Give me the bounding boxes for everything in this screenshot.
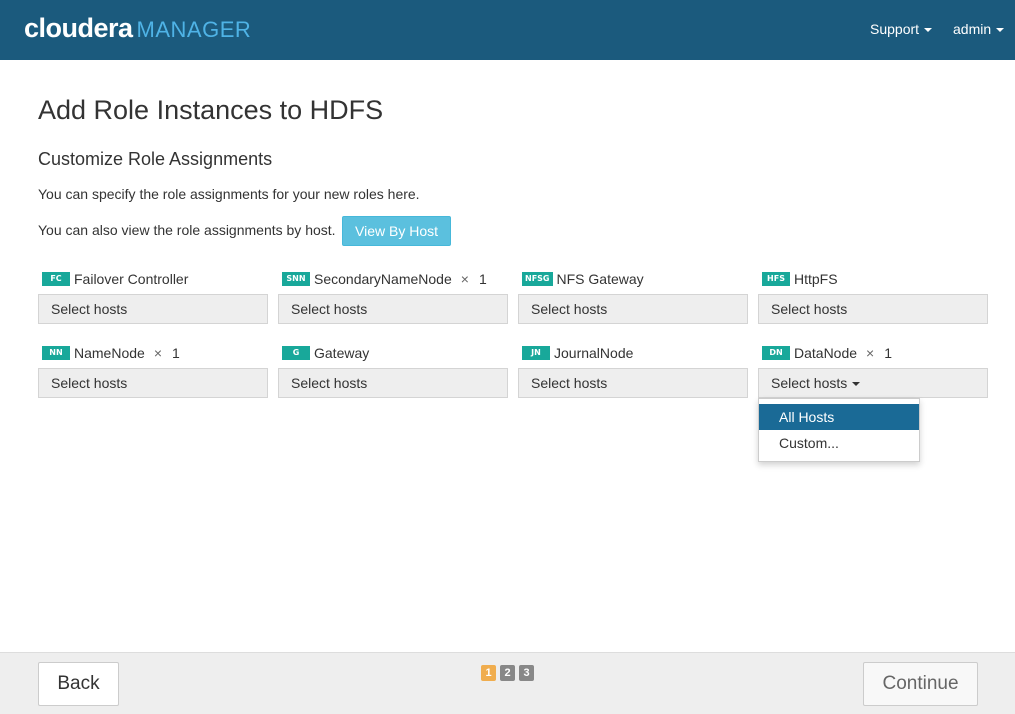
wizard-step[interactable]: 3 (519, 665, 534, 681)
caret-down-icon (852, 382, 861, 387)
select-hosts-button[interactable]: Select hosts (38, 294, 268, 324)
multiply-icon: × (866, 345, 875, 361)
back-button[interactable]: Back (38, 662, 119, 706)
select-hosts-label: Select hosts (291, 301, 368, 317)
admin-menu-label: admin (953, 21, 992, 37)
role-instance-count: 1 (478, 271, 487, 287)
brand-product: MANAGER (136, 17, 252, 42)
select-hosts-label: Select hosts (771, 301, 848, 317)
support-menu[interactable]: Support (870, 21, 933, 37)
role-name: Gateway (314, 345, 370, 361)
cloudera-manager-logo[interactable]: cloudera MANAGER (24, 13, 251, 44)
role-instance-count: 1 (172, 345, 180, 361)
page-title: Add Role Instances to HDFS (38, 95, 384, 125)
select-hosts-label: Select hosts (771, 375, 848, 391)
role-assignment-instruction: You can specify the role assignments for… (38, 186, 420, 202)
role-httpfs: HFS HttpFS Select hosts (758, 270, 988, 326)
role-failover-controller: FC Failover Controller Select hosts (38, 270, 268, 326)
role-name: DataNode (794, 345, 858, 361)
admin-menu[interactable]: admin (953, 21, 1005, 37)
role-datanode: DN DataNode × 1 Select hosts (758, 344, 988, 400)
role-name: JournalNode (554, 345, 634, 361)
wizard-step-indicator: 1 2 3 (481, 665, 538, 681)
role-badge: NN (42, 346, 70, 360)
role-name: NameNode (74, 345, 145, 361)
role-secondary-namenode: SNN SecondaryNameNode × 1 Select hosts (278, 270, 508, 326)
select-hosts-button[interactable]: Select hosts (518, 368, 748, 398)
continue-button[interactable]: Continue (863, 662, 978, 706)
select-hosts-button[interactable]: Select hosts (278, 368, 508, 398)
wizard-footer: Back 1 2 3 Continue (0, 652, 1015, 714)
role-name: SecondaryNameNode (314, 271, 452, 287)
role-badge: NFSG (522, 272, 553, 286)
support-menu-label: Support (870, 21, 920, 37)
role-badge: G (282, 346, 310, 360)
select-hosts-dropdown-menu: All Hosts Custom... (758, 398, 920, 462)
role-badge: SNN (282, 272, 310, 286)
role-header: NFSG NFS Gateway (522, 270, 644, 288)
role-header: SNN SecondaryNameNode × 1 (282, 270, 487, 288)
role-name: NFS Gateway (556, 271, 644, 287)
wizard-step[interactable]: 1 (481, 665, 496, 681)
select-hosts-label: Select hosts (51, 375, 128, 391)
select-hosts-button[interactable]: Select hosts (38, 368, 268, 398)
select-hosts-button[interactable]: Select hosts (518, 294, 748, 324)
role-namenode: NN NameNode × 1 Select hosts (38, 344, 268, 400)
view-by-host-button[interactable]: View By Host (342, 216, 451, 246)
role-badge: DN (762, 346, 790, 360)
role-name: HttpFS (794, 271, 838, 287)
select-hosts-button[interactable]: Select hosts (758, 294, 988, 324)
role-badge: JN (522, 346, 550, 360)
select-hosts-dropdown-toggle[interactable]: Select hosts (758, 368, 988, 398)
role-nfs-gateway: NFSG NFS Gateway Select hosts (518, 270, 748, 326)
role-header: FC Failover Controller (42, 270, 188, 288)
select-hosts-label: Select hosts (531, 301, 608, 317)
role-header: HFS HttpFS (762, 270, 838, 288)
role-header: NN NameNode × 1 (42, 344, 180, 362)
multiply-icon: × (460, 271, 469, 287)
role-badge: HFS (762, 272, 790, 286)
select-hosts-label: Select hosts (51, 301, 128, 317)
select-hosts-button[interactable]: Select hosts (278, 294, 508, 324)
select-hosts-label: Select hosts (531, 375, 608, 391)
dropdown-item-custom[interactable]: Custom... (759, 430, 919, 456)
role-header: JN JournalNode (522, 344, 633, 362)
select-hosts-label: Select hosts (291, 375, 368, 391)
section-title: Customize Role Assignments (38, 149, 273, 169)
dropdown-item-all-hosts[interactable]: All Hosts (759, 404, 919, 430)
role-badge: FC (42, 272, 70, 286)
role-instance-count: 1 (884, 345, 893, 361)
caret-down-icon (924, 28, 933, 33)
top-navbar: cloudera MANAGER Support admin (0, 0, 1015, 60)
brand-name: cloudera (24, 13, 133, 43)
role-header: DN DataNode × 1 (762, 344, 892, 362)
multiply-icon: × (153, 345, 163, 361)
caret-down-icon (996, 28, 1005, 33)
view-by-host-instruction: You can also view the role assignments b… (38, 222, 336, 238)
wizard-step[interactable]: 2 (500, 665, 515, 681)
role-journalnode: JN JournalNode Select hosts (518, 344, 748, 400)
role-header: G Gateway (282, 344, 369, 362)
role-gateway: G Gateway Select hosts (278, 344, 508, 400)
role-name: Failover Controller (74, 271, 189, 287)
